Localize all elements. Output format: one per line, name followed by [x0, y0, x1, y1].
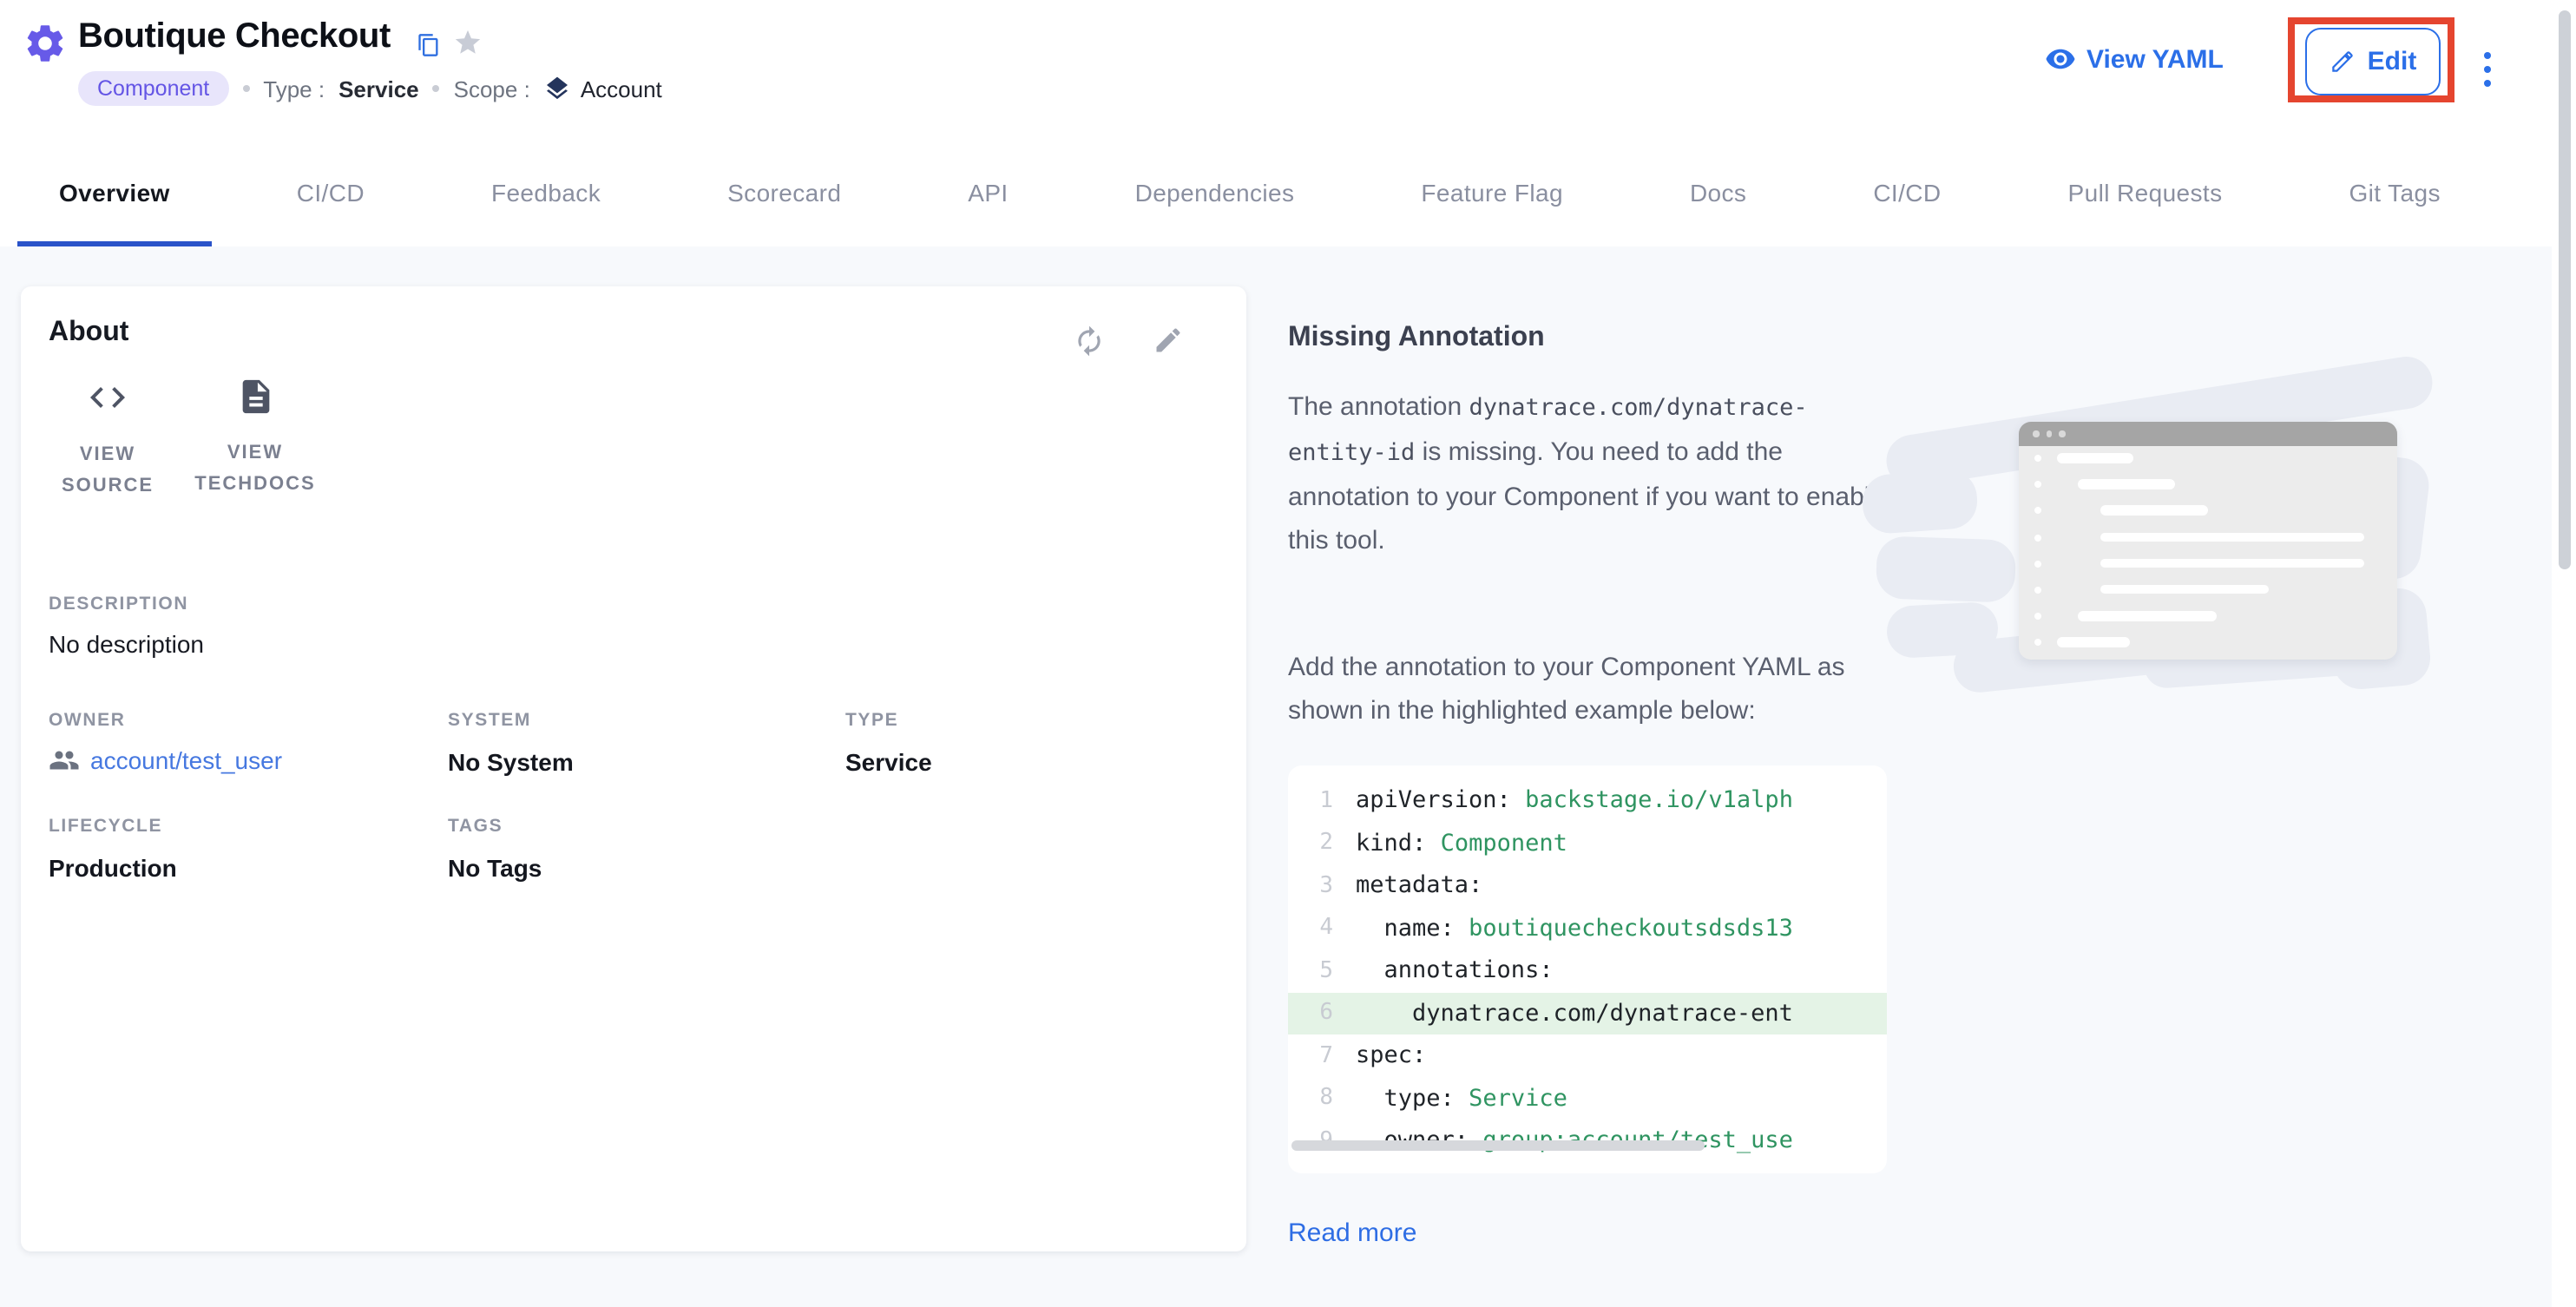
- owner-label: OWNER: [49, 710, 126, 731]
- code-horizontal-scrollbar[interactable]: [1291, 1140, 1705, 1151]
- copy-name-icon[interactable]: [417, 33, 441, 57]
- view-yaml-label: View YAML: [2086, 44, 2224, 74]
- code-line-1: 1apiVersion: backstage.io/v1alph: [1288, 779, 1887, 822]
- type-value: Service: [338, 76, 419, 102]
- tab-api[interactable]: API: [926, 139, 1049, 246]
- code-line-7: 7spec:: [1288, 1034, 1887, 1077]
- view-techdocs-label-line1: VIEW: [227, 437, 283, 469]
- pencil-icon: [2330, 49, 2356, 75]
- lifecycle-label: LIFECYCLE: [49, 816, 162, 837]
- code-line-8: 8 type: Service: [1288, 1077, 1887, 1120]
- illustration-window: [2019, 422, 2397, 660]
- about-card-title: About: [49, 318, 128, 349]
- scope-label: Scope :: [454, 76, 530, 102]
- group-icon: [49, 745, 80, 776]
- edit-button[interactable]: Edit: [2305, 28, 2441, 95]
- about-card: About VIEW SOURCE VIEW TECHDOCS DESCRIPT…: [21, 286, 1246, 1251]
- page-scrollbar-thumb[interactable]: [2559, 10, 2571, 569]
- tab-pull-requests[interactable]: Pull Requests: [2027, 139, 2264, 246]
- docs-icon: [235, 377, 275, 417]
- lifecycle-value: Production: [49, 854, 177, 882]
- owner-value: account/test_user: [90, 746, 282, 774]
- kind-chip: Component: [78, 71, 228, 106]
- code-line-3: 3metadata:: [1288, 864, 1887, 907]
- tags-label: TAGS: [448, 816, 503, 837]
- view-source-label-line1: VIEW: [80, 439, 135, 470]
- type-field-label: TYPE: [845, 710, 898, 731]
- yaml-code-block: 1apiVersion: backstage.io/v1alph2kind: C…: [1288, 765, 1887, 1173]
- tab-git-tags[interactable]: Git Tags: [2307, 139, 2481, 246]
- view-techdocs-label-line2: TECHDOCS: [194, 469, 315, 500]
- entity-page: Boutique Checkout Component Type : Servi…: [0, 0, 2576, 1307]
- favorite-star-icon[interactable]: [453, 28, 483, 57]
- dot-separator: [433, 85, 440, 92]
- dot-separator: [242, 85, 249, 92]
- description-value: No description: [49, 630, 204, 658]
- description-label: DESCRIPTION: [49, 594, 188, 614]
- system-label: SYSTEM: [448, 710, 531, 731]
- annotation-instruction: Add the annotation to your Component YAM…: [1288, 646, 1916, 732]
- tab-scorecard[interactable]: Scorecard: [686, 139, 883, 246]
- missing-annotation-body: The annotation dynatrace.com/dynatrace-e…: [1288, 385, 1899, 562]
- page-header: Boutique Checkout Component Type : Servi…: [0, 0, 2576, 139]
- view-source-action[interactable]: VIEW SOURCE: [42, 377, 174, 502]
- code-line-4: 4 name: boutiquecheckoutsdsds13: [1288, 907, 1887, 949]
- page-title: Boutique Checkout: [78, 17, 391, 57]
- tags-value: No Tags: [448, 854, 542, 882]
- entity-tabs-bar: Overview CI/CD Feedback Scorecard API Depende…: [0, 139, 2576, 246]
- tab-overview[interactable]: Overview: [17, 139, 212, 246]
- code-line-5: 5 annotations:: [1288, 949, 1887, 992]
- tab-feature-flag[interactable]: Feature Flag: [1379, 139, 1605, 246]
- code-icon: [87, 377, 128, 418]
- illustration-window-titlebar: [2019, 422, 2397, 446]
- code-line-6: 6 dynatrace.com/dynatrace-ent: [1288, 992, 1887, 1034]
- edit-button-label: Edit: [2368, 47, 2417, 76]
- view-yaml-button[interactable]: View YAML: [2045, 43, 2224, 75]
- code-line-2: 2kind: Component: [1288, 822, 1887, 864]
- tab-docs[interactable]: Docs: [1648, 139, 1788, 246]
- eye-icon: [2045, 43, 2076, 75]
- system-value: No System: [448, 748, 574, 776]
- view-source-label-line2: SOURCE: [62, 470, 154, 502]
- tab-ci-cd-2[interactable]: CI/CD: [1831, 139, 1982, 246]
- type-label: Type :: [263, 76, 325, 102]
- read-more-link[interactable]: Read more: [1288, 1218, 1416, 1248]
- view-techdocs-action[interactable]: VIEW TECHDOCS: [181, 377, 330, 500]
- refresh-icon[interactable]: [1073, 325, 1106, 358]
- scope-value: Account: [581, 76, 662, 102]
- missing-annotation-title: Missing Annotation: [1288, 323, 1545, 354]
- tab-dependencies[interactable]: Dependencies: [1094, 139, 1337, 246]
- tab-ci-cd[interactable]: CI/CD: [255, 139, 406, 246]
- more-options-kebab-menu[interactable]: [2472, 36, 2503, 102]
- code-editor-illustration: [1883, 365, 2425, 677]
- entity-meta-row: Component Type : Service Scope : Account: [78, 71, 662, 106]
- type-field-value: Service: [845, 748, 932, 776]
- component-gear-icon: [23, 21, 68, 66]
- tab-feedback[interactable]: Feedback: [450, 139, 642, 246]
- owner-link[interactable]: account/test_user: [49, 745, 282, 776]
- edit-about-pencil-icon[interactable]: [1153, 325, 1184, 356]
- layers-icon: [544, 75, 572, 102]
